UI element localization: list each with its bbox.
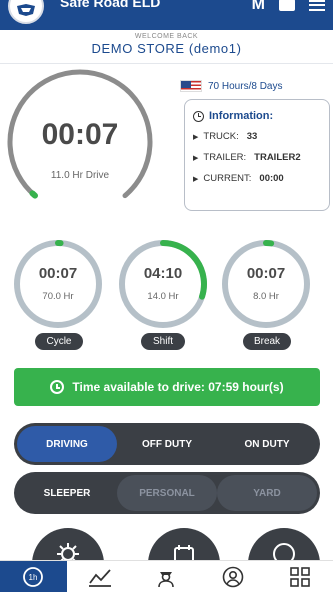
break-pill: Break bbox=[243, 333, 291, 350]
break-limit: 8.0 Hr bbox=[253, 291, 279, 302]
info-row-value: 00:00 bbox=[259, 173, 284, 184]
shift-time: 04:10 bbox=[143, 265, 183, 282]
status-personal-button[interactable]: PERSONAL bbox=[117, 475, 217, 511]
nav-logs[interactable] bbox=[67, 561, 134, 592]
cycle-time: 00:07 bbox=[38, 265, 78, 282]
app-title: Safe Road ELD bbox=[60, 0, 161, 10]
cycle-gauge bbox=[14, 239, 102, 328]
status-driving-button[interactable]: DRIVING bbox=[17, 426, 117, 462]
message-icon[interactable] bbox=[279, 0, 295, 11]
info-row-value: TRAILER2 bbox=[254, 152, 301, 163]
drive-gauge-progress bbox=[29, 190, 38, 199]
timer-icon: 1h bbox=[23, 566, 44, 587]
duty-status-row-2: SLEEPER PERSONAL YARD bbox=[14, 472, 320, 514]
apps-icon bbox=[289, 566, 310, 587]
more-icon bbox=[273, 543, 295, 562]
chart-icon bbox=[88, 568, 111, 587]
settings-action-button[interactable] bbox=[32, 528, 104, 562]
caret-right-icon: ▶ bbox=[193, 175, 199, 183]
cycle-gauge-track bbox=[14, 240, 102, 328]
nav-profile[interactable] bbox=[200, 561, 267, 592]
bottom-navigation: 1h bbox=[0, 560, 333, 592]
break-gauge bbox=[222, 239, 310, 328]
settings-icon bbox=[57, 543, 79, 562]
info-row-label: TRUCK: bbox=[203, 131, 239, 142]
welcome-text: WELCOME BACK bbox=[134, 33, 199, 40]
caret-right-icon: ▶ bbox=[193, 133, 199, 141]
hamburger-menu-icon[interactable] bbox=[309, 0, 325, 11]
us-flag-icon bbox=[180, 80, 202, 92]
top-actions: M bbox=[252, 0, 325, 14]
nav-apps[interactable] bbox=[266, 561, 333, 592]
clock-icon bbox=[50, 380, 65, 394]
top-bar: Safe Road ELD M bbox=[0, 0, 333, 30]
driver-icon bbox=[158, 571, 175, 587]
clock-icon bbox=[193, 110, 204, 122]
status-yard-button[interactable]: YARD bbox=[217, 475, 317, 511]
profile-icon bbox=[222, 566, 244, 587]
store-user: (demo1) bbox=[188, 41, 242, 56]
cycle-rule-text: 70 Hours/8 Days bbox=[208, 80, 283, 92]
info-row-trailer: ▶ TRAILER: TRAILER2 bbox=[193, 152, 321, 163]
break-gauge-track bbox=[222, 240, 310, 328]
drive-label: 11.0 Hr Drive bbox=[50, 170, 110, 181]
available-drive-text: Time available to drive: 07:59 hour(s) bbox=[72, 380, 284, 394]
status-off-duty-button[interactable]: OFF DUTY bbox=[117, 426, 217, 462]
app-logo bbox=[8, 0, 44, 24]
drive-time: 00:07 bbox=[41, 118, 119, 151]
cycle-rule: 70 Hours/8 Days bbox=[180, 80, 282, 92]
shift-limit: 14.0 Hr bbox=[147, 291, 179, 302]
quick-actions bbox=[0, 528, 333, 562]
break-time: 00:07 bbox=[246, 265, 286, 282]
svg-text:1h: 1h bbox=[29, 573, 38, 582]
store-name: DEMO STORE (demo1) bbox=[0, 41, 333, 56]
info-row-label: CURRENT: bbox=[203, 173, 252, 184]
status-on-duty-button[interactable]: ON DUTY bbox=[217, 426, 317, 462]
store-name-text: DEMO STORE bbox=[91, 41, 185, 56]
more-action-button[interactable] bbox=[248, 528, 320, 562]
status-sleeper-button[interactable]: SLEEPER bbox=[17, 475, 117, 511]
company-switch-icon[interactable]: M bbox=[252, 0, 265, 14]
information-title: Information: bbox=[193, 110, 321, 122]
info-row-truck: ▶ TRUCK: 33 bbox=[193, 131, 321, 142]
info-row-label: TRAILER: bbox=[203, 152, 247, 163]
caret-right-icon: ▶ bbox=[193, 154, 199, 162]
information-title-text: Information: bbox=[209, 110, 274, 122]
info-row-value: 33 bbox=[246, 131, 258, 142]
inspection-icon bbox=[174, 545, 194, 562]
inspection-action-button[interactable] bbox=[148, 528, 220, 562]
duty-status-row-1: DRIVING OFF DUTY ON DUTY bbox=[14, 423, 320, 465]
store-header: WELCOME BACK DEMO STORE (demo1) bbox=[0, 30, 333, 64]
shift-pill: Shift bbox=[141, 333, 185, 350]
info-row-current: ▶ CURRENT: 00:00 bbox=[193, 173, 321, 184]
cycle-limit: 70.0 Hr bbox=[42, 291, 74, 302]
information-panel: Information: ▶ TRUCK: 33 ▶ TRAILER: TRAI… bbox=[184, 99, 330, 211]
nav-driver[interactable] bbox=[133, 561, 200, 592]
nav-timer[interactable]: 1h bbox=[0, 561, 67, 592]
available-drive-time: Time available to drive: 07:59 hour(s) bbox=[14, 368, 320, 406]
cycle-pill: Cycle bbox=[35, 333, 83, 350]
shift-gauge bbox=[119, 240, 207, 328]
